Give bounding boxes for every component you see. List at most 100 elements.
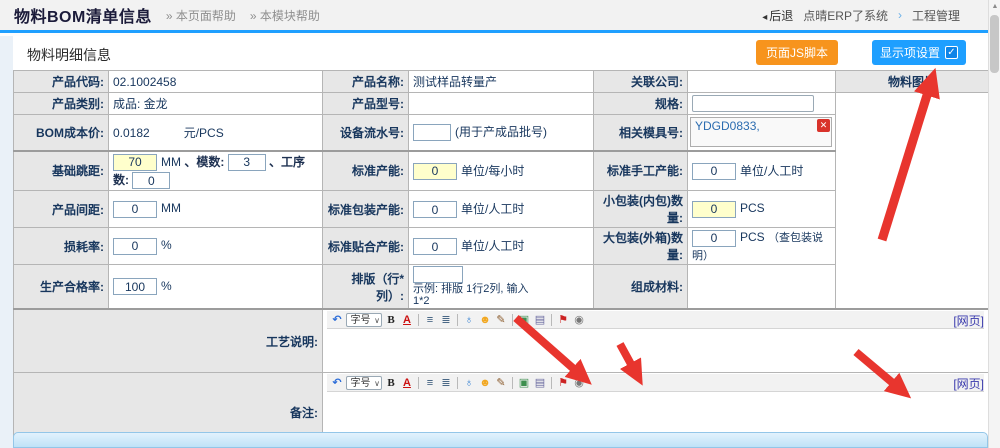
base-pitch-input[interactable] (113, 154, 157, 171)
toolbar-separator (551, 314, 552, 326)
smiley-icon[interactable]: ☻ (478, 376, 492, 390)
undo-icon[interactable]: ↶ (330, 313, 344, 327)
undo-icon[interactable]: ↶ (330, 376, 344, 390)
related-company-value (688, 71, 836, 93)
std-laminate-capacity-label: 标准贴合产能: (323, 228, 409, 265)
device-serial-input[interactable] (413, 124, 451, 141)
collapsed-section-bar[interactable] (13, 432, 988, 448)
bold-icon[interactable]: B (384, 376, 398, 390)
display-settings-label: 显示项设置 (880, 44, 940, 61)
std-laminate-capacity-unit: 单位/人工时 (461, 239, 524, 253)
product-code-value: 02.1002458 (109, 71, 323, 93)
pass-rate-input[interactable] (113, 278, 157, 295)
edit-table-icon[interactable]: ✎ (494, 376, 508, 390)
process-count-input[interactable] (132, 172, 170, 189)
breadcrumb-system[interactable]: 点晴ERP了系统 (803, 7, 888, 24)
breadcrumb-section[interactable]: 工程管理 (912, 7, 960, 24)
page-help-link[interactable]: » 本页面帮助 (166, 7, 236, 24)
mold-count-label: 、模数: (184, 155, 224, 169)
insert-image-icon[interactable]: ▣ (517, 313, 531, 327)
insert-image-icon[interactable]: ▣ (517, 376, 531, 390)
device-serial-label: 设备流水号: (323, 115, 409, 151)
globe-icon[interactable]: ♁ (462, 376, 476, 390)
scrollbar-thumb[interactable] (990, 15, 999, 73)
loss-rate-input[interactable] (113, 238, 157, 255)
top-bar-right: ◂后退 点晴ERP了系统 › 工程管理 (762, 7, 974, 24)
flag-icon[interactable]: ⚑ (556, 376, 570, 390)
process-desc-label: 工艺说明: (14, 309, 323, 373)
std-pack-capacity-label: 标准包装产能: (323, 191, 409, 228)
std-manual-capacity-unit: 单位/人工时 (740, 164, 803, 178)
edit-table-icon[interactable]: ✎ (494, 313, 508, 327)
product-code-label: 产品代码: (14, 71, 109, 93)
globe-icon[interactable]: ♁ (462, 313, 476, 327)
toolbar-separator (418, 377, 419, 389)
editor-toolbar: ↶字号BA ≡≣ ♁☻✎ ▣▤ ⚑◉ (327, 374, 984, 392)
std-capacity-label: 标准产能: (323, 151, 409, 191)
product-gap-label: 产品间距: (14, 191, 109, 228)
back-label: 后退 (769, 9, 793, 23)
webpage-link[interactable]: [网页] (953, 312, 984, 329)
materials-value (688, 265, 836, 310)
std-capacity-unit: 单位/每小时 (461, 164, 524, 178)
smiley-icon[interactable]: ☻ (478, 313, 492, 327)
spec-input[interactable] (692, 95, 814, 112)
std-pack-capacity-input[interactable] (413, 201, 457, 218)
product-gap-input[interactable] (113, 201, 157, 218)
loss-rate-unit: % (161, 238, 172, 252)
material-image-area (836, 93, 989, 310)
product-model-label: 产品型号: (323, 93, 409, 115)
process-desc-editor: ↶字号BA ≡≣ ♁☻✎ ▣▤ ⚑◉ [网页] (323, 309, 989, 373)
material-image-header: 物料图片 (836, 71, 989, 93)
list-icon[interactable]: ≣ (439, 313, 453, 327)
materials-label: 组成材料: (594, 265, 688, 310)
editor-toolbar: ↶字号BA ≡≣ ♁☻✎ ▣▤ ⚑◉ (327, 311, 984, 329)
related-mold-value: YDGD0833, (695, 119, 760, 133)
related-mold-box[interactable]: YDGD0833, ✕ (690, 117, 832, 147)
std-capacity-input[interactable] (413, 163, 457, 180)
scroll-up-icon[interactable]: ▲ (990, 1, 1000, 13)
mold-count-input[interactable] (228, 154, 266, 171)
layout-hint: 示例: 排版 1行2列, 输入 1*2 (413, 283, 541, 307)
large-pack-qty-input[interactable] (692, 230, 736, 247)
small-pack-qty-unit: PCS (740, 201, 765, 215)
layout-input[interactable] (413, 266, 463, 283)
eye-icon[interactable]: ◉ (572, 313, 586, 327)
pass-rate-label: 生产合格率: (14, 265, 109, 310)
bold-icon[interactable]: B (384, 313, 398, 327)
save-image-icon[interactable]: ▤ (533, 313, 547, 327)
eye-icon[interactable]: ◉ (572, 376, 586, 390)
font-color-icon[interactable]: A (400, 313, 414, 327)
toolbar-separator (512, 377, 513, 389)
toolbar-separator (551, 377, 552, 389)
font-color-icon[interactable]: A (400, 376, 414, 390)
std-manual-capacity-input[interactable] (692, 163, 736, 180)
page-js-button[interactable]: 页面JS脚本 (756, 40, 838, 65)
process-desc-textarea[interactable] (327, 329, 984, 371)
webpage-link[interactable]: [网页] (953, 375, 984, 392)
font-size-select[interactable]: 字号 (346, 376, 382, 390)
align-icon[interactable]: ≡ (423, 376, 437, 390)
bom-cost-label: BOM成本价: (14, 115, 109, 151)
module-help-link[interactable]: » 本模块帮助 (250, 7, 320, 24)
small-pack-qty-input[interactable] (692, 201, 736, 218)
display-settings-button[interactable]: 显示项设置 ✓ (872, 40, 966, 65)
product-category-value: 成品: 金龙 (109, 93, 323, 115)
bom-cost-unit: 元/PCS (184, 126, 224, 140)
save-image-icon[interactable]: ▤ (533, 376, 547, 390)
base-pitch-label: 基础跳距: (14, 151, 109, 191)
std-laminate-capacity-input[interactable] (413, 238, 457, 255)
delete-icon[interactable]: ✕ (817, 119, 830, 132)
std-pack-capacity-unit: 单位/人工时 (461, 202, 524, 216)
material-detail-panel: 物料明细信息 页面JS脚本 显示项设置 ✓ 产品代码: 02.1002458 产… (13, 36, 988, 448)
panel-title: 物料明细信息 (27, 45, 111, 65)
font-size-select[interactable]: 字号 (346, 313, 382, 327)
toolbar-separator (457, 377, 458, 389)
vertical-scrollbar[interactable]: ▲ (988, 0, 1000, 448)
back-link[interactable]: ◂后退 (762, 7, 793, 24)
align-icon[interactable]: ≡ (423, 313, 437, 327)
base-pitch-unit: MM (161, 155, 181, 169)
list-icon[interactable]: ≣ (439, 376, 453, 390)
related-company-label: 关联公司: (594, 71, 688, 93)
flag-icon[interactable]: ⚑ (556, 313, 570, 327)
